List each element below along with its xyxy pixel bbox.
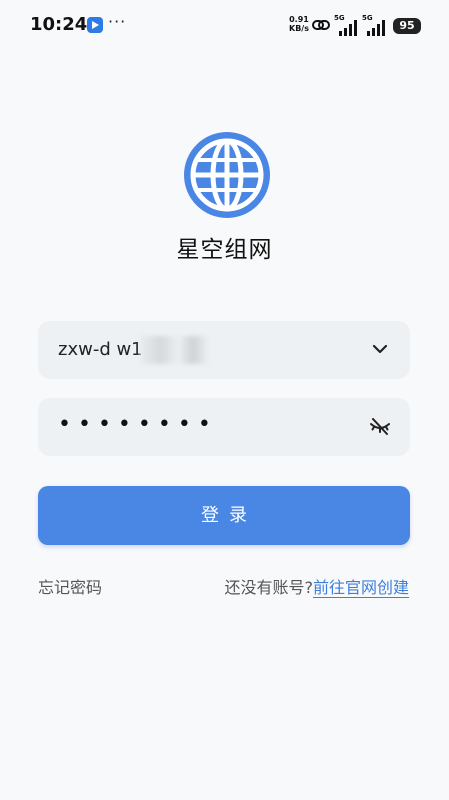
login-screen: 10:24 ··· 0.91 KB/s 5G 5G 95 星空组网 zxw-d …	[0, 0, 449, 800]
signal-icon	[367, 20, 385, 36]
forgot-password-link[interactable]: 忘记密码	[38, 574, 102, 598]
globe-icon	[184, 132, 270, 218]
status-bar: 10:24 ··· 0.91 KB/s 5G 5G 95	[0, 0, 449, 52]
password-value: ••••••••	[58, 412, 218, 437]
signup-link[interactable]: 前往官网创建	[313, 578, 409, 597]
no-account-prompt: 还没有账号?	[224, 578, 313, 597]
signal-icon	[339, 20, 357, 36]
status-time: 10:24	[30, 14, 88, 35]
signup-row: 还没有账号?前往官网创建	[224, 574, 409, 598]
more-notifications-icon: ···	[108, 12, 127, 31]
username-field[interactable]: zxw-d w113	[38, 321, 410, 379]
signal-strength-1: 5G	[334, 14, 358, 36]
network-speed: 0.91 KB/s	[289, 15, 309, 33]
app-title: 星空组网	[176, 237, 273, 263]
signal-strength-2: 5G	[362, 14, 386, 36]
eye-off-icon[interactable]	[370, 418, 390, 436]
chevron-down-icon[interactable]	[372, 343, 388, 355]
notification-app-icon	[87, 17, 103, 33]
login-button[interactable]: 登录	[38, 486, 410, 545]
redacted-blur	[140, 336, 210, 364]
hotspot-link-icon	[312, 20, 330, 30]
password-field[interactable]: ••••••••	[38, 398, 410, 456]
battery-indicator: 95	[393, 18, 421, 34]
